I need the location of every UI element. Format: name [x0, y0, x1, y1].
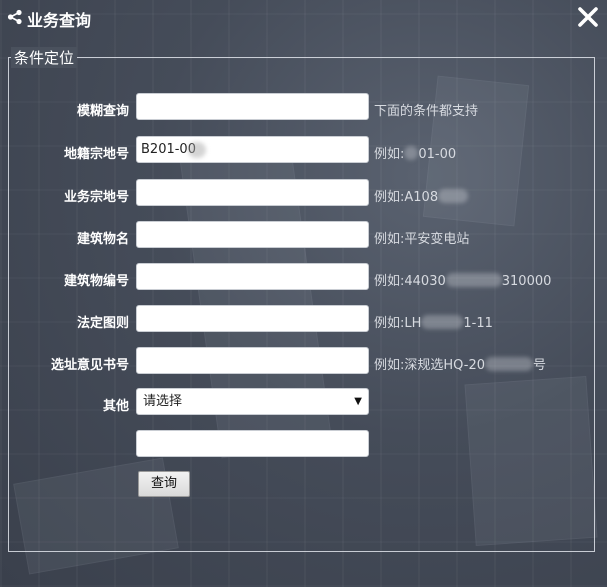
title-bar: 业务查询 [0, 0, 607, 36]
site-selection-input[interactable] [136, 347, 369, 374]
dropdown-arrow-icon: ▼ [354, 396, 362, 407]
fuzzy-query-input[interactable] [136, 93, 369, 120]
redaction-mark [484, 357, 533, 371]
field-label: 法定图则 [76, 316, 129, 331]
field-hint: 例如:44030 310000 [374, 273, 552, 289]
field-label: 建筑物编号 [63, 274, 129, 289]
business-parcel-input[interactable] [136, 179, 369, 206]
dialog-title: 业务查询 [27, 11, 92, 30]
fieldset-legend: 条件定位 [11, 47, 78, 68]
close-icon[interactable] [576, 5, 600, 29]
share-icon [7, 9, 22, 25]
query-button[interactable]: 查询 [138, 471, 190, 497]
form-row-statutory-plan: 法定图则 例如:LH 1-11 [0, 305, 607, 335]
select-value: 请选择 [143, 394, 183, 409]
form-row-business-parcel: 业务宗地号 例如:A108 [0, 179, 607, 209]
field-hint: 例如: 01-00 [374, 146, 457, 162]
form-row-building-number: 建筑物编号 例如:44030 310000 [0, 263, 607, 293]
redaction-mark [421, 315, 464, 329]
field-hint: 下面的条件都支持 [374, 104, 479, 119]
statutory-plan-input[interactable] [136, 305, 369, 332]
field-hint: 例如:深规选HQ-20 号 [374, 357, 546, 373]
form-row-fuzzy-query: 模糊查询 下面的条件都支持 [0, 93, 607, 123]
extra-input[interactable] [136, 430, 369, 457]
field-label: 其他 [102, 399, 129, 414]
redaction-mark [438, 189, 469, 203]
form-row-building-name: 建筑物名 例如:平安变电站 [0, 221, 607, 251]
form-row-site-selection: 选址意见书号 例如:深规选HQ-20 号 [0, 347, 607, 377]
field-label: 业务宗地号 [63, 190, 129, 205]
field-label: 模糊查询 [76, 104, 129, 119]
field-label: 选址意见书号 [50, 358, 129, 373]
field-hint: 例如:平安变电站 [374, 232, 470, 247]
field-label: 建筑物名 [76, 232, 129, 247]
business-query-dialog: 业务查询 条件定位 模糊查询 下面的条件都支持 地籍宗地号 例如:01-00 业… [0, 0, 607, 587]
redaction-mark [404, 146, 419, 160]
field-hint: 例如:LH 1-11 [374, 315, 493, 331]
field-hint: 例如:A108 [374, 186, 469, 205]
building-number-input[interactable] [136, 263, 369, 290]
cadastral-parcel-input[interactable] [136, 136, 369, 163]
field-label: 地籍宗地号 [63, 147, 129, 162]
building-name-input[interactable] [136, 221, 369, 248]
form-row-cadastral-parcel: 地籍宗地号 例如:01-00 [0, 136, 607, 166]
redaction-mark [188, 142, 206, 158]
redaction-mark [445, 273, 502, 287]
other-select[interactable]: 请选择 ▼ [136, 388, 369, 415]
form-row-other: 其他 请选择 ▼ [0, 388, 607, 418]
form-row-extra [0, 430, 607, 460]
